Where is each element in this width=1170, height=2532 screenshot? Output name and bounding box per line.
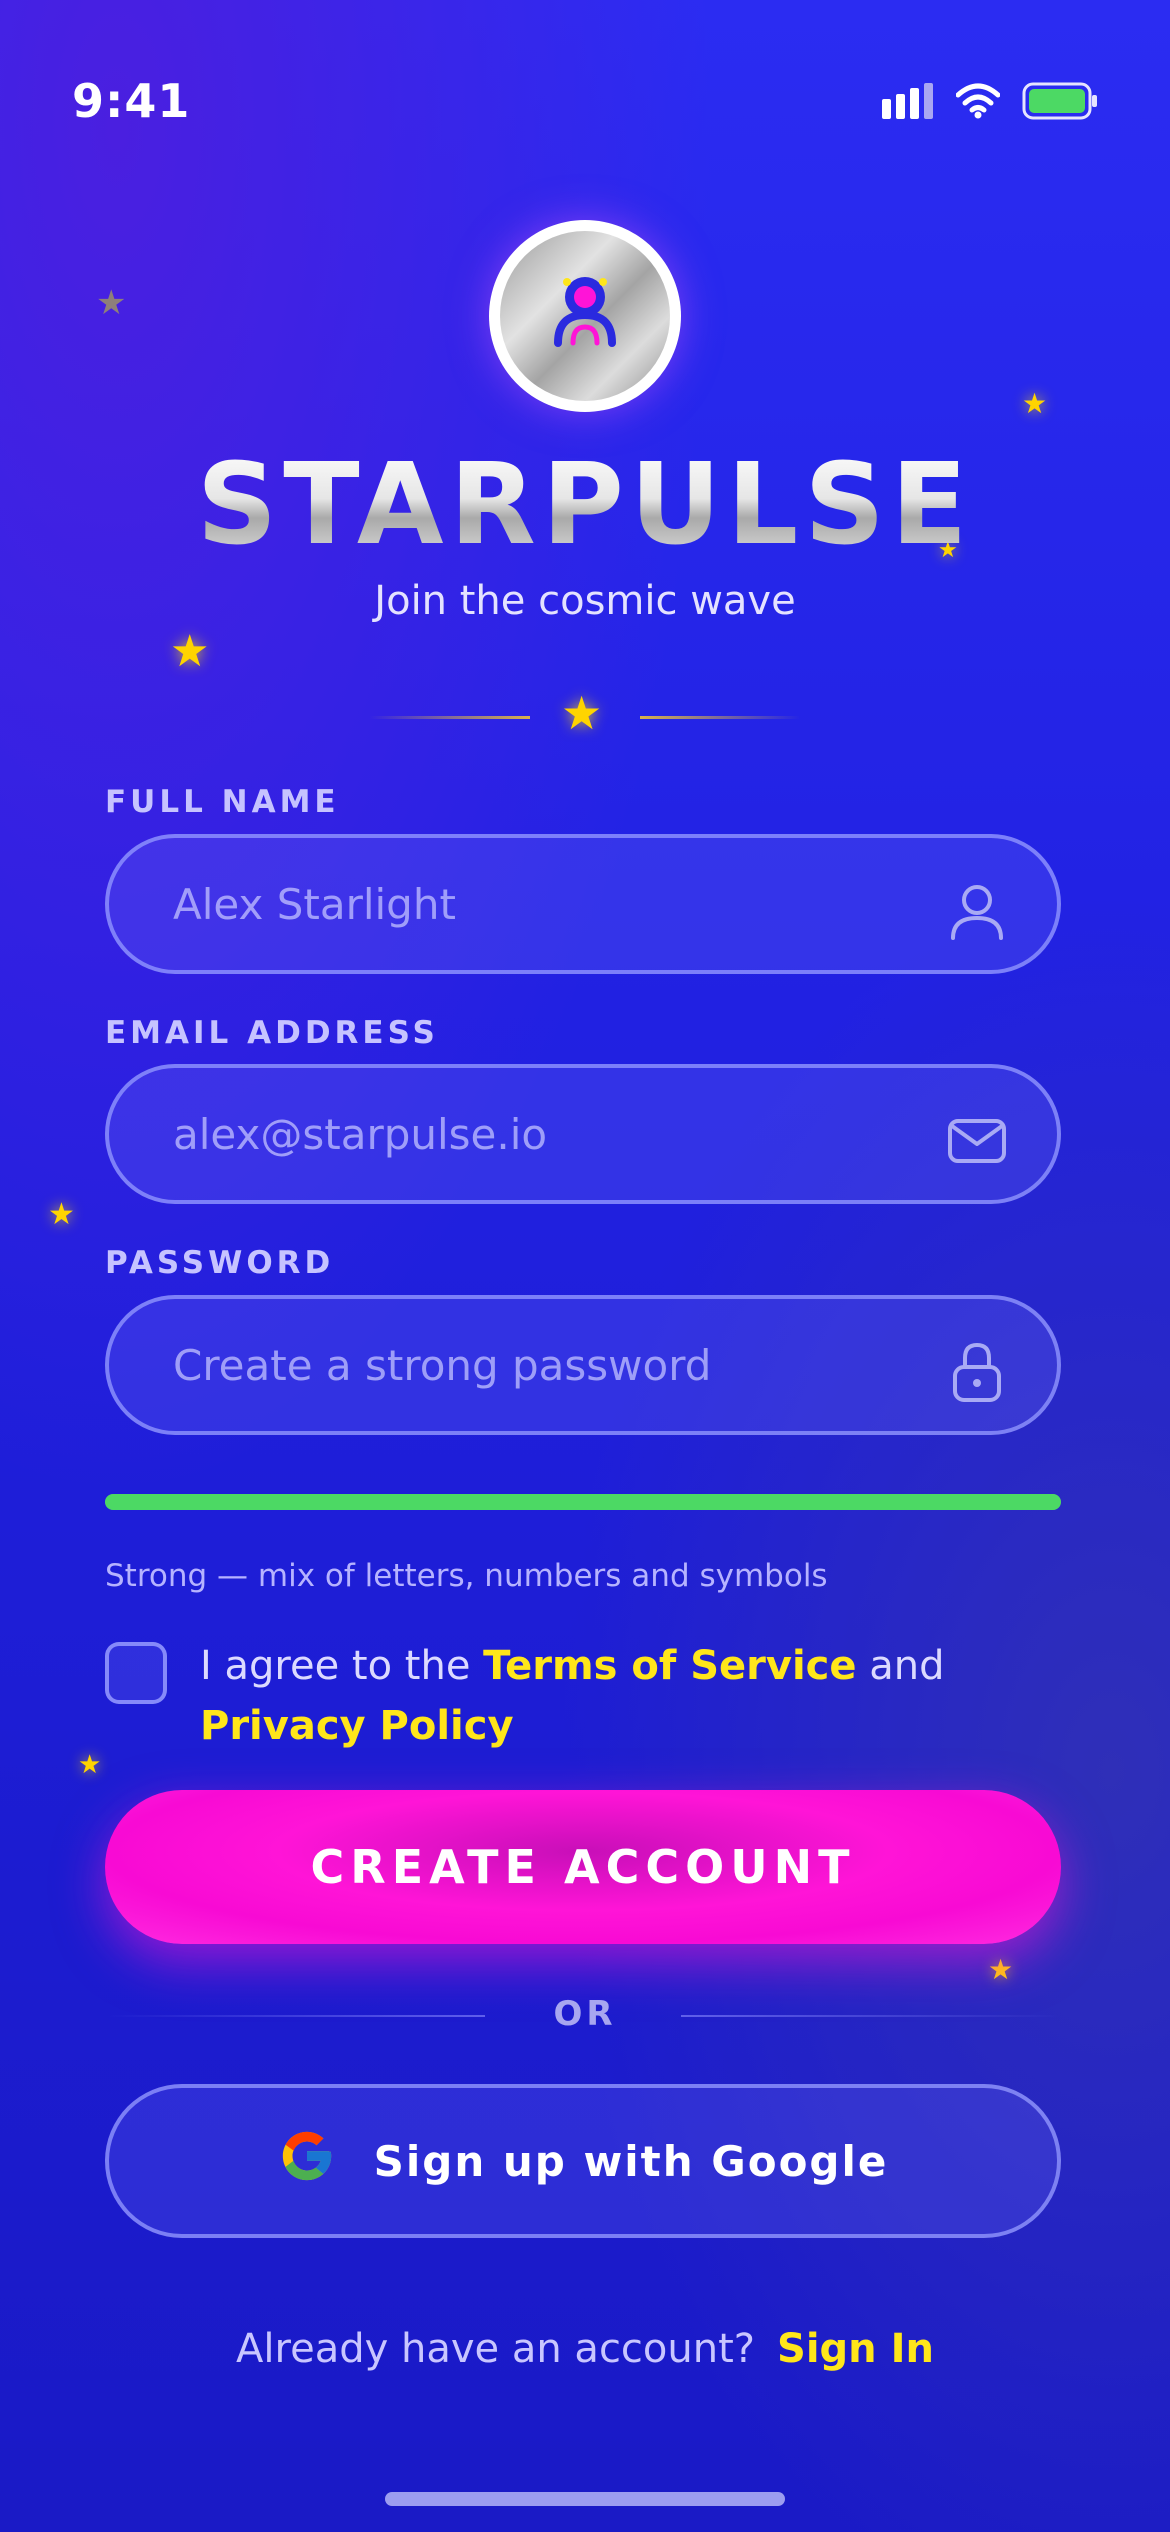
- divider-right: [640, 716, 800, 719]
- status-icons: [882, 82, 1098, 124]
- password-strength-meter: [105, 1494, 1061, 1510]
- google-button-label: Sign up with Google: [373, 2136, 889, 2186]
- wifi-icon: [955, 83, 1001, 123]
- star-icon: ★: [561, 686, 603, 740]
- password-input[interactable]: [171, 1339, 947, 1391]
- password-field[interactable]: [105, 1295, 1061, 1435]
- agree-text: I agree to the Terms of Service and Priv…: [200, 1636, 1060, 1756]
- email-input[interactable]: [171, 1108, 947, 1160]
- signin-row: Already have an account? Sign In: [0, 2326, 1170, 2372]
- signal-icon: [882, 83, 934, 123]
- home-indicator: [385, 2492, 785, 2506]
- google-icon: [278, 2127, 336, 2195]
- star-icon: ★: [48, 1197, 75, 1232]
- have-account-text: Already have an account?: [236, 2326, 756, 2372]
- status-time: 9:41: [72, 74, 191, 128]
- full-name-label: FULL NAME: [105, 784, 340, 820]
- email-field[interactable]: [105, 1064, 1061, 1204]
- astronaut-icon: [540, 269, 630, 363]
- app-tagline: Join the cosmic wave: [374, 578, 796, 624]
- agree-middle: and: [856, 1643, 945, 1689]
- agree-checkbox[interactable]: [105, 1642, 167, 1704]
- star-icon: ★: [78, 1750, 102, 1780]
- password-strength-fill: [105, 1494, 1061, 1510]
- star-icon: ★: [170, 626, 210, 677]
- create-account-button[interactable]: CREATE ACCOUNT: [105, 1790, 1061, 1944]
- full-name-input[interactable]: [171, 878, 947, 930]
- star-icon: ★: [1022, 387, 1048, 420]
- app-logo: [489, 220, 681, 412]
- email-label: EMAIL ADDRESS: [105, 1015, 439, 1051]
- star-icon: ★: [96, 283, 127, 323]
- privacy-link[interactable]: Privacy Policy: [200, 1703, 514, 1749]
- battery-icon: [1022, 82, 1098, 124]
- lock-icon: [947, 1342, 1007, 1402]
- or-divider-text: OR: [553, 1994, 617, 2034]
- app-title: STARPULSE: [0, 440, 1170, 570]
- password-strength-text: Strong — mix of letters, numbers and sym…: [105, 1558, 828, 1594]
- password-label: PASSWORD: [105, 1245, 335, 1281]
- agree-prefix: I agree to the: [200, 1643, 484, 1689]
- google-signup-button[interactable]: Sign up with Google: [105, 2084, 1061, 2238]
- terms-link[interactable]: Terms of Service: [483, 1643, 856, 1689]
- mail-icon: [947, 1111, 1007, 1171]
- user-icon: [947, 881, 1007, 941]
- or-divider-right: [681, 2015, 1061, 2017]
- full-name-field[interactable]: [105, 834, 1061, 974]
- star-icon: ★: [988, 1953, 1014, 1986]
- divider-left: [370, 716, 530, 719]
- sign-in-link[interactable]: Sign In: [777, 2326, 934, 2372]
